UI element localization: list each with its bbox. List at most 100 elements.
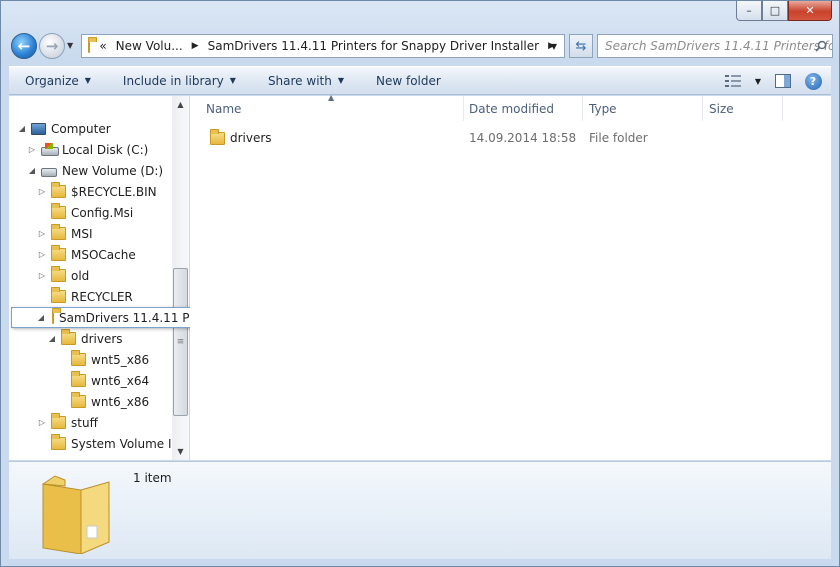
folder-icon [51,434,66,450]
search-input[interactable]: Search SamDrivers 11.4.11 Printers for .… [597,34,833,58]
breadcrumb-arrow-icon[interactable]: ▶ [192,41,199,51]
share-with-button[interactable]: Share with ▼ [252,67,360,94]
address-bar[interactable]: « New Volu... ▶ SamDrivers 11.4.11 Print… [81,34,565,58]
tree-item-label: Local Disk (C:) [62,142,149,157]
window-controls: – □ ✕ [736,1,832,21]
collapse-arrow-icon[interactable]: ▷ [37,229,47,238]
new-folder-label: New folder [376,73,441,88]
column-header-date-modified[interactable]: Date modified [463,96,583,121]
help-button[interactable]: ? [803,71,823,91]
column-label: Type [589,101,617,116]
view-controls: ▼ ? [723,71,823,91]
folder-icon [61,329,76,345]
column-label: Name [206,101,242,116]
column-header-size[interactable]: Size [703,96,783,121]
details-view-icon [725,75,741,87]
search-placeholder: Search SamDrivers 11.4.11 Printers for .… [605,39,833,53]
collapse-arrow-icon[interactable]: ▷ [37,271,47,280]
folder-icon [210,128,225,145]
folder-icon [51,224,66,240]
close-button[interactable]: ✕ [788,1,832,21]
new-folder-button[interactable]: New folder [360,67,457,94]
tree-item-label: MSI [71,226,93,241]
tree-item-label: Computer [51,121,111,136]
tree-item-system-volume[interactable]: System Volume Info [37,433,188,454]
file-row[interactable]: drivers 14.09.2014 18:58 File folder [190,127,790,149]
column-label: Date modified [469,101,555,116]
refresh-button[interactable]: ⇆ [569,34,593,58]
collapse-arrow-icon[interactable]: ▷ [37,187,47,196]
recent-pages-dropdown[interactable]: ▼ [67,41,73,50]
forward-arrow-icon: → [45,37,59,55]
preview-pane-button[interactable] [773,71,793,91]
include-in-library-button[interactable]: Include in library ▼ [107,67,252,94]
back-button[interactable]: ← [11,33,37,59]
organize-button[interactable]: Organize ▼ [9,67,107,94]
tree-item-label: $RECYCLE.BIN [71,184,157,199]
expand-arrow-icon[interactable]: ◢ [47,334,57,343]
chevron-down-icon: ▼ [84,76,91,85]
folder-icon [41,475,110,554]
scroll-down-arrow-icon[interactable]: ▼ [172,443,189,460]
collapse-arrow-icon[interactable]: ▷ [37,418,47,427]
change-view-button[interactable] [723,71,743,91]
tree-item-new-volume[interactable]: ◢ New Volume (D:) [27,160,163,181]
forward-button[interactable]: → [39,33,65,59]
scrollbar-thumb[interactable]: ≡ [173,268,188,416]
tree-item-label: RECYCLER [71,289,133,304]
back-arrow-icon: ← [17,37,31,55]
tree-item-local-disk[interactable]: ▷ Local Disk (C:) [27,139,148,160]
tree-item-old[interactable]: ▷ old [37,265,89,286]
tree-item-label: New Volume (D:) [62,163,164,178]
collapse-arrow-icon[interactable]: ▷ [27,145,37,154]
tree-item-recycle-bin[interactable]: ▷ $RECYCLE.BIN [37,181,157,202]
tree-item-label: MSOCache [71,247,136,262]
organize-label: Organize [25,73,79,88]
refresh-icon: ⇆ [575,38,587,54]
expand-arrow-icon[interactable]: ◢ [36,313,46,322]
breadcrumb-samdrivers[interactable]: SamDrivers 11.4.11 Printers for Snappy D… [208,39,539,53]
tree-item-recycler[interactable]: RECYCLER [37,286,133,307]
drive-icon [41,167,57,177]
navigation-bar: ← → ▼ « New Volu... ▶ SamDrivers 11.4.11… [9,33,833,61]
folder-icon [51,203,66,219]
column-header-name[interactable]: ▲ Name [200,93,464,121]
tree-item-wnt6-x86[interactable]: wnt6_x86 [57,391,149,412]
scroll-up-arrow-icon[interactable]: ▲ [172,96,189,113]
tree-item-msocache[interactable]: ▷ MSOCache [37,244,136,265]
folder-icon [71,350,86,366]
system-drive-icon [41,143,59,156]
collapse-arrow-icon[interactable]: ▷ [37,250,47,259]
navigation-scrollbar[interactable]: ▲ ≡ ▼ [172,96,189,460]
address-dropdown-button[interactable]: ▼ [544,35,564,57]
tree-item-wnt6-x64[interactable]: wnt6_x64 [57,370,149,391]
item-count: 1 item [133,471,172,485]
explorer-window: – □ ✕ ← → ▼ « New Volu... ▶ SamDrivers 1… [0,0,840,567]
folder-icon [51,182,66,198]
tree-item-drivers[interactable]: ◢ drivers [47,328,123,349]
tree-item-config-msi[interactable]: Config.Msi [37,202,133,223]
view-options-dropdown[interactable]: ▼ [753,71,763,91]
folder-icon [52,308,61,324]
include-in-library-label: Include in library [122,73,224,88]
tree-item-wnt5-x86[interactable]: wnt5_x86 [57,349,149,370]
tree-item-label: old [71,268,90,283]
file-name-cell: drivers [210,127,272,149]
expand-arrow-icon[interactable]: ◢ [17,124,27,133]
maximize-button[interactable]: □ [762,1,788,21]
share-with-label: Share with [267,73,332,88]
minimize-button[interactable]: – [736,1,762,21]
breadcrumb-overflow[interactable]: « [99,39,106,53]
tree-item-computer[interactable]: ◢ Computer [17,118,111,139]
breadcrumb-new-volume[interactable]: New Volu... [116,39,183,53]
tree-item-label: wnt5_x86 [91,352,150,367]
tree-item-label: stuff [71,415,98,430]
folder-icon [88,36,99,53]
folder-icon [71,392,86,408]
tree-item-stuff[interactable]: ▷ stuff [37,412,98,433]
details-pane: 1 item [9,461,831,559]
folder-icon [51,287,66,303]
tree-item-msi[interactable]: ▷ MSI [37,223,93,244]
column-header-type[interactable]: Type [583,96,703,121]
expand-arrow-icon[interactable]: ◢ [27,166,37,175]
